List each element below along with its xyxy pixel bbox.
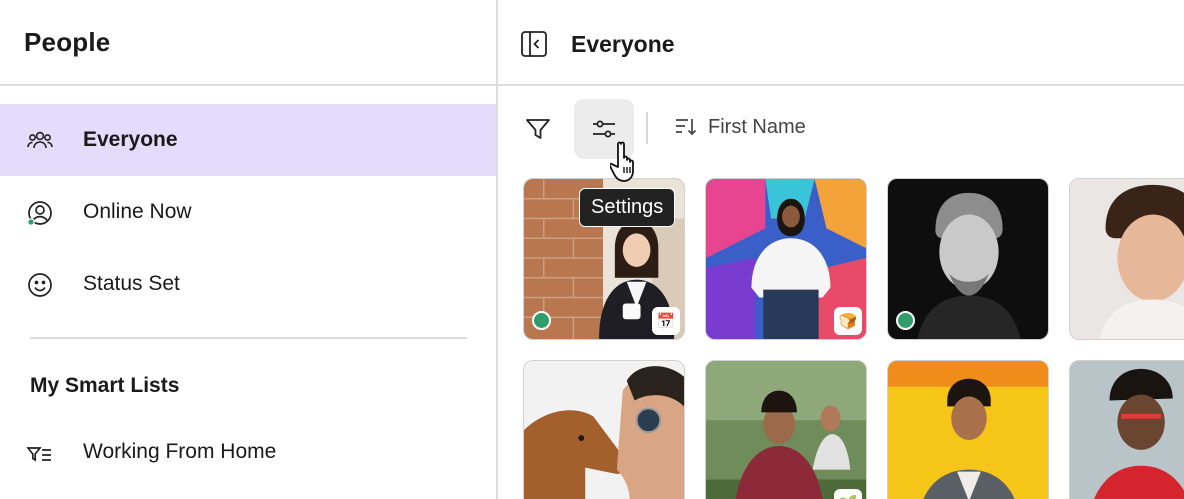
collapse-sidebar-icon[interactable] [520, 30, 548, 58]
smart-filter-icon [26, 447, 51, 462]
sliders-icon [593, 120, 615, 138]
sidebar-item-label: Online Now [83, 200, 192, 223]
calendar-icon: 📅 [652, 307, 680, 335]
person-card[interactable] [1069, 178, 1184, 340]
sidebar-title: People [24, 26, 111, 57]
person-photo [706, 361, 866, 499]
sidebar-divider [30, 337, 467, 339]
sidebar: People Everyone Online Now Status Set My… [0, 0, 498, 499]
user-online-icon [27, 201, 52, 226]
smart-lists-heading: My Smart Lists [30, 374, 180, 397]
person-card[interactable]: 🍞 [705, 178, 867, 340]
hand-cursor-icon [610, 141, 634, 182]
sidebar-item-label: Working From Home [83, 440, 277, 463]
online-status-dot [532, 311, 551, 330]
main-panel: Everyone First Name Settings 📅 🍞 [498, 0, 1184, 499]
person-card[interactable] [887, 178, 1049, 340]
sidebar-header: People [0, 0, 496, 86]
toolbar-separator [646, 112, 648, 144]
sort-descending-icon [676, 119, 697, 136]
filter-icon [526, 119, 550, 139]
smiley-icon [28, 273, 52, 297]
sidebar-item-label: Status Set [83, 272, 180, 295]
sort-dropdown[interactable]: First Name [674, 115, 806, 139]
person-photo [524, 361, 684, 499]
people-icon [27, 131, 53, 149]
main-header: Everyone [498, 0, 1184, 86]
person-photo [1070, 361, 1184, 499]
filter-button[interactable] [508, 99, 568, 159]
sidebar-item-everyone[interactable]: Everyone [0, 104, 496, 176]
person-card[interactable] [523, 360, 685, 499]
sidebar-item-label: Everyone [83, 128, 178, 151]
smart-list-working-from-home[interactable]: Working From Home [0, 416, 496, 488]
person-card[interactable] [1069, 360, 1184, 499]
plant-icon: 🌱 [834, 489, 862, 499]
sidebar-item-status-set[interactable]: Status Set [0, 248, 496, 320]
settings-tooltip: Settings [579, 188, 676, 227]
person-photo [888, 361, 1048, 499]
sidebar-item-online-now[interactable]: Online Now [0, 176, 496, 248]
person-photo [1070, 179, 1184, 339]
page-title: Everyone [571, 31, 675, 57]
online-status-dot [896, 311, 915, 330]
person-card[interactable] [887, 360, 1049, 499]
sort-label: First Name [708, 115, 806, 138]
person-card[interactable]: 🌱 [705, 360, 867, 499]
bread-icon: 🍞 [834, 307, 862, 335]
